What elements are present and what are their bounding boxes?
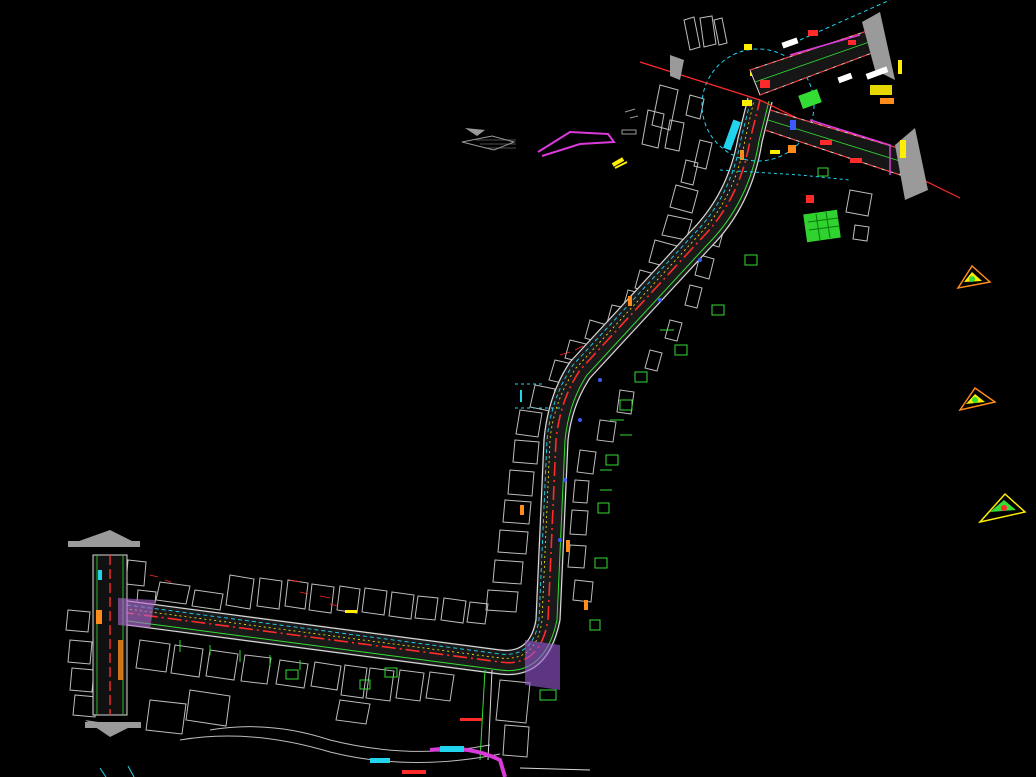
intersection-hatch-west bbox=[118, 598, 155, 628]
road-centerline bbox=[119, 99, 761, 664]
road-markings bbox=[149, 72, 780, 690]
detail-triangle-3 bbox=[977, 492, 1027, 524]
southwest-marks bbox=[99, 765, 591, 777]
parking-grid bbox=[803, 209, 841, 243]
detail-symbols bbox=[956, 264, 1027, 524]
road-plan-drawing bbox=[65, 0, 1027, 777]
detail-triangle-2 bbox=[958, 386, 997, 412]
detail-triangle-1 bbox=[956, 264, 992, 290]
main-road bbox=[118, 96, 773, 676]
east-arrow-lower bbox=[895, 128, 928, 200]
cad-drawing-viewport[interactable] bbox=[0, 0, 1036, 777]
north-plaza-detail bbox=[639, 0, 961, 243]
upper-symbols bbox=[461, 108, 639, 169]
magenta-boundary-symbol bbox=[537, 130, 616, 157]
